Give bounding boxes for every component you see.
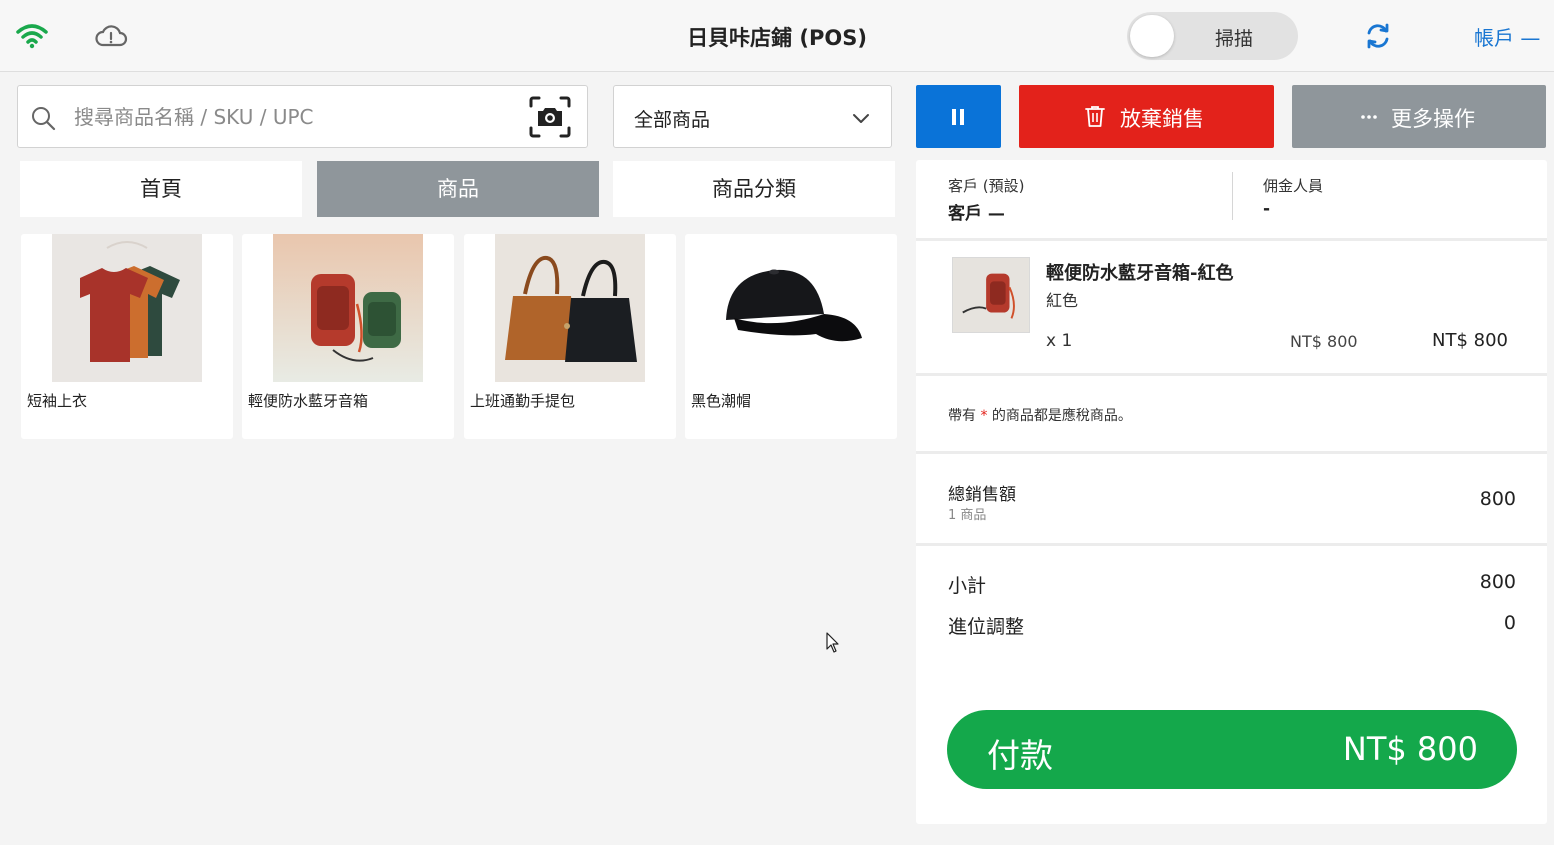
customer-value[interactable]: 客戶 — <box>948 199 1005 224</box>
cart-item-image <box>952 257 1030 333</box>
cart-item-line-total: NT$ 800 <box>1432 330 1508 351</box>
cart-item-variant: 紅色 <box>1046 291 1079 310</box>
abandon-sale-button[interactable]: 放棄銷售 <box>1019 85 1274 148</box>
total-sales-label: 總銷售額 <box>948 485 1016 505</box>
product-card-tshirt[interactable]: 短袖上衣 <box>21 234 233 439</box>
item-count: 1 商品 <box>948 508 987 523</box>
more-dots-icon <box>1361 115 1377 119</box>
pause-sale-button[interactable] <box>916 85 1001 148</box>
product-name: 輕便防水藍牙音箱 <box>248 392 369 410</box>
cart-item-quantity[interactable]: x 1 <box>1046 331 1072 351</box>
product-card-speaker[interactable]: 輕便防水藍牙音箱 <box>242 234 454 439</box>
mouse-cursor-icon <box>826 632 839 653</box>
tax-note-suffix: 的商品都是應稅商品。 <box>991 408 1132 424</box>
cart-item-name: 輕便防水藍牙音箱-紅色 <box>1046 263 1234 284</box>
product-card-cap[interactable]: 黑色潮帽 <box>685 234 897 439</box>
cart-panel: 客戶 (預設) 客戶 — 佣金人員 - 輕便防水藍牙音箱-紅色 紅色 x 1 N… <box>916 160 1547 824</box>
abandon-sale-label: 放棄銷售 <box>1120 107 1204 131</box>
camera-scan-icon[interactable] <box>527 94 573 140</box>
app-title: 日貝咔店鋪 (POS) <box>687 26 867 50</box>
tax-note-prefix: 帶有 <box>948 408 976 424</box>
total-sales-value: 800 <box>1479 488 1516 510</box>
rounding-label: 進位調整 <box>948 616 1025 638</box>
divider <box>916 451 1547 454</box>
cart-item-unit-price: NT$ 800 <box>1290 332 1358 351</box>
chevron-down-icon <box>853 114 869 123</box>
product-name: 黑色潮帽 <box>691 392 752 410</box>
pay-label: 付款 <box>987 736 1053 775</box>
cap-image <box>716 234 866 382</box>
product-card-handbag[interactable]: 上班通勤手提包 <box>464 234 676 439</box>
tab-categories[interactable]: 商品分類 <box>613 161 895 217</box>
commission-value[interactable]: - <box>1263 199 1270 219</box>
tab-products[interactable]: 商品 <box>317 161 599 217</box>
trash-icon <box>1085 106 1105 127</box>
tax-note: 帶有 * 的商品都是應稅商品。 <box>948 405 1132 425</box>
sync-icon[interactable] <box>1364 22 1392 50</box>
tshirt-image <box>52 234 202 382</box>
divider <box>916 373 1547 376</box>
vertical-divider <box>1232 172 1233 220</box>
taxable-asterisk: * <box>980 408 988 424</box>
scan-label: 掃描 <box>1215 28 1254 50</box>
category-select[interactable]: 全部商品 <box>613 85 892 148</box>
search-icon <box>32 107 56 131</box>
top-bar: 日貝咔店鋪 (POS) 掃描 帳戶 — <box>0 0 1554 72</box>
divider <box>916 238 1547 241</box>
pay-amount: NT$ 800 <box>1342 730 1478 768</box>
subtotal-value: 800 <box>1479 571 1516 593</box>
category-select-value: 全部商品 <box>634 109 711 131</box>
handbag-image <box>495 234 645 382</box>
product-name: 上班通勤手提包 <box>470 392 576 410</box>
search-input[interactable] <box>74 100 514 134</box>
scan-toggle[interactable]: 掃描 <box>1127 12 1298 60</box>
search-box[interactable] <box>17 85 588 148</box>
product-name: 短袖上衣 <box>27 392 88 410</box>
speaker-image <box>273 234 423 382</box>
tab-home[interactable]: 首頁 <box>20 161 302 217</box>
more-actions-label: 更多操作 <box>1391 107 1475 131</box>
toggle-knob[interactable] <box>1130 15 1174 57</box>
pay-button[interactable]: 付款 NT$ 800 <box>947 710 1517 789</box>
rounding-value: 0 <box>1503 612 1516 634</box>
subtotal-label: 小計 <box>948 575 987 597</box>
divider <box>916 543 1547 546</box>
customer-label: 客戶 (預設) <box>948 177 1025 195</box>
more-actions-button[interactable]: 更多操作 <box>1292 85 1546 148</box>
commission-label: 佣金人員 <box>1263 177 1324 195</box>
pause-icon <box>952 109 964 125</box>
account-menu[interactable]: 帳戶 — <box>1474 22 1540 51</box>
